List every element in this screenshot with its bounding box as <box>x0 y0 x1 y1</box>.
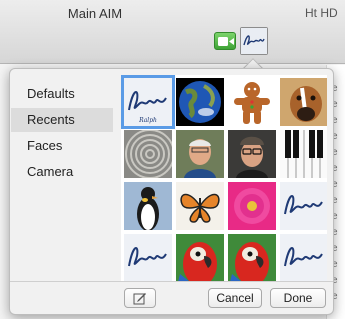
cancel-button[interactable]: Cancel <box>208 288 262 308</box>
tile-pink-flower[interactable] <box>228 182 276 230</box>
tile-piano-keys[interactable] <box>280 130 327 178</box>
tile-boxer-puppy[interactable] <box>280 78 327 126</box>
tile-ralph-signature[interactable] <box>280 234 327 281</box>
tile-zen-sand-spiral[interactable] <box>124 130 172 178</box>
sidebar-item-recents[interactable]: Recents <box>11 108 113 132</box>
avatar-button[interactable] <box>240 27 268 55</box>
video-camera-icon[interactable] <box>214 32 236 50</box>
ralph-signature-icon <box>241 28 267 54</box>
tile-parrot[interactable] <box>228 234 276 281</box>
sidebar-item-label: Defaults <box>27 86 75 101</box>
pencil-edit-icon <box>133 293 146 305</box>
window-titlebar: Main AIM Ht HD <box>0 0 345 64</box>
tile-ralph-signature[interactable] <box>124 234 172 281</box>
background-tab-label: Ht HD <box>305 6 338 20</box>
tile-butterfly[interactable] <box>176 182 224 230</box>
tile-parrot[interactable] <box>176 234 224 281</box>
sidebar-item-camera[interactable]: Camera <box>11 160 113 184</box>
sidebar-item-defaults[interactable]: Defaults <box>11 82 113 106</box>
sidebar-item-label: Faces <box>27 138 63 153</box>
tile-earth[interactable] <box>176 78 224 126</box>
edit-button[interactable] <box>124 288 156 308</box>
screen: Main AIM Ht HD eeeeeeeeeeeeee Defaults R… <box>0 0 345 319</box>
tile-gingerbread-man[interactable] <box>228 78 276 126</box>
sidebar-item-label: Camera <box>27 164 74 179</box>
footer-divider <box>10 281 333 282</box>
image-grid: Ralph <box>121 75 327 281</box>
tile-ralph-signature[interactable]: Ralph <box>124 78 172 126</box>
window-title: Main AIM <box>67 6 123 21</box>
picker-sidebar: Defaults Recents Faces Camera <box>10 78 115 280</box>
tile-ralph-signature[interactable] <box>280 182 327 230</box>
tile-man-portrait-2[interactable] <box>228 130 276 178</box>
done-button[interactable]: Done <box>270 288 326 308</box>
sidebar-item-label: Recents <box>27 112 75 127</box>
tile-man-portrait-1[interactable] <box>176 130 224 178</box>
tile-penguin[interactable] <box>124 182 172 230</box>
signature-text: Ralph <box>138 117 157 124</box>
sidebar-item-faces[interactable]: Faces <box>11 134 113 158</box>
